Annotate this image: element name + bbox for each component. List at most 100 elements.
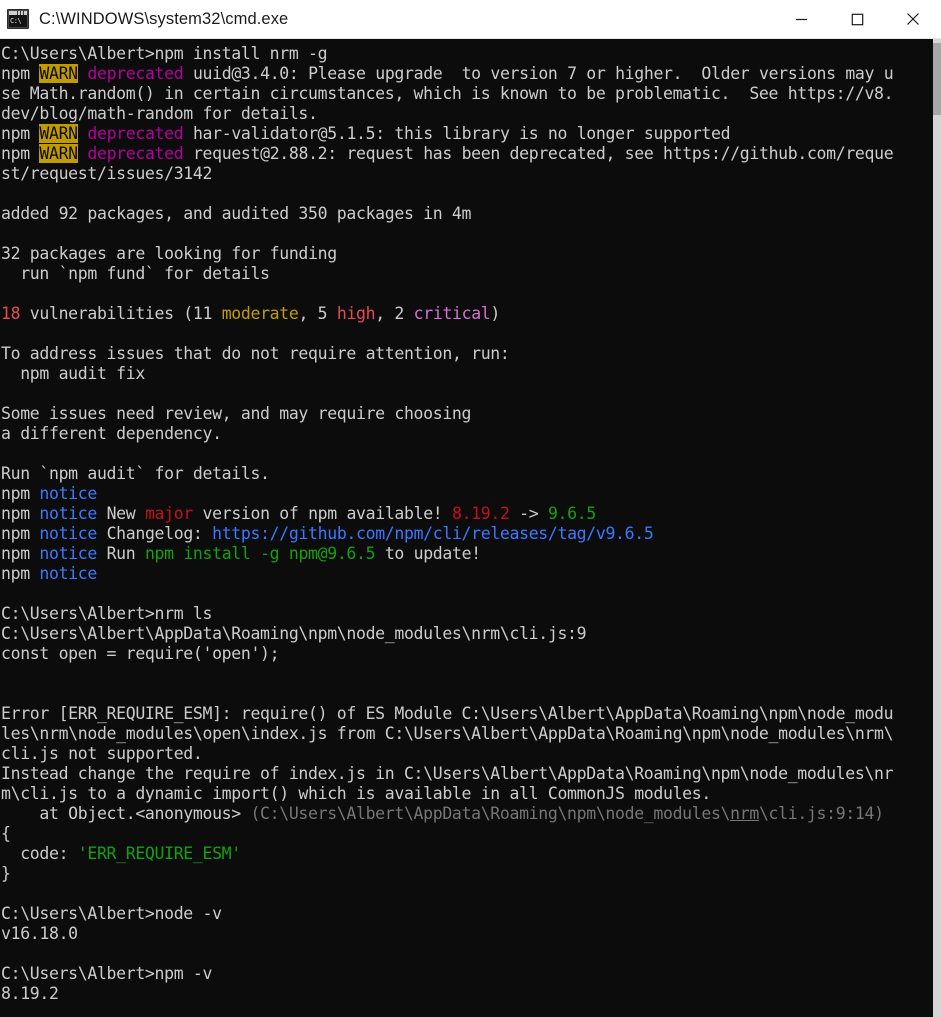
terminal-text-segment: run `npm fund` for details bbox=[1, 264, 270, 283]
terminal-text-segment: deprecated bbox=[87, 64, 184, 83]
terminal-line: To address issues that do not require at… bbox=[1, 344, 933, 364]
terminal-text-segment: major bbox=[144, 504, 193, 523]
terminal-text-segment: WARN bbox=[39, 64, 78, 83]
cmd-icon-text: C:\ bbox=[9, 15, 27, 27]
terminal-text-segment: npm bbox=[1, 564, 40, 583]
close-button[interactable] bbox=[885, 0, 941, 39]
terminal-line: C:\Users\Albert\AppData\Roaming\npm\node… bbox=[1, 624, 933, 644]
terminal-text-segment: npm bbox=[1, 144, 40, 163]
terminal-text-segment: C:\Users\Albert>node -v bbox=[1, 904, 222, 923]
terminal-text-segment: https://github.com/npm/cli/releases/tag/… bbox=[212, 524, 654, 543]
terminal-line: 32 packages are looking for funding bbox=[1, 244, 933, 264]
terminal-text-segment: npm audit fix bbox=[1, 364, 145, 383]
terminal-text-segment: WARN bbox=[39, 144, 78, 163]
terminal-text-segment: notice bbox=[39, 524, 97, 543]
terminal-text-segment: added 92 packages, and audited 350 packa… bbox=[1, 204, 472, 223]
terminal-text-segment: npm bbox=[1, 504, 40, 523]
terminal-text-segment: notice bbox=[39, 504, 97, 523]
terminal-line bbox=[1, 384, 933, 404]
terminal-line: cli.js not supported. bbox=[1, 744, 933, 764]
terminal-text-segment: notice bbox=[39, 564, 97, 583]
terminal-text-segment: npm bbox=[1, 544, 40, 563]
terminal-text-segment: npm bbox=[1, 524, 40, 543]
terminal-text-segment: m\cli.js to a dynamic import() which is … bbox=[1, 784, 711, 803]
terminal-line bbox=[1, 664, 933, 684]
terminal-line bbox=[1, 224, 933, 244]
terminal-line: added 92 packages, and audited 350 packa… bbox=[1, 204, 933, 224]
terminal-text-segment: C:\Users\Albert>npm -v bbox=[1, 964, 213, 983]
terminal-text-segment: cli.js not supported. bbox=[1, 744, 203, 763]
terminal-text-segment: request@2.88.2: request has been depreca… bbox=[183, 144, 894, 163]
terminal-text-segment: moderate bbox=[221, 304, 299, 323]
terminal-text-segment: uuid@3.4.0: Please upgrade to version 7 … bbox=[183, 64, 894, 83]
terminal-text-segment: 9.6.5 bbox=[547, 504, 596, 523]
terminal-line: npm WARN deprecated request@2.88.2: requ… bbox=[1, 144, 933, 164]
terminal-line: npm notice Changelog: https://github.com… bbox=[1, 524, 933, 544]
terminal-text-segment: 18 bbox=[1, 304, 21, 323]
terminal-line bbox=[1, 684, 933, 704]
cmd-window: C:\ C:\WINDOWS\system32\cmd.exe C:\Users… bbox=[0, 0, 941, 1017]
terminal-line: les\nrm\node_modules\open\index.js from … bbox=[1, 724, 933, 744]
terminal-text-segment: version of npm available! bbox=[192, 504, 452, 523]
terminal-text-segment: deprecated bbox=[87, 124, 184, 143]
terminal-text-segment: code: bbox=[1, 844, 78, 863]
window-controls bbox=[773, 0, 941, 39]
terminal-text-segment: const open = require('open'); bbox=[1, 644, 280, 663]
maximize-icon bbox=[851, 13, 863, 25]
terminal-text-segment: npm bbox=[1, 64, 40, 83]
cmd-icon: C:\ bbox=[7, 9, 29, 29]
minimize-button[interactable] bbox=[773, 0, 829, 39]
maximize-button[interactable] bbox=[829, 0, 885, 39]
terminal-text-segment: New bbox=[96, 504, 145, 523]
terminal-text-segment: at Object.<anonymous> bbox=[1, 804, 251, 823]
terminal-line: 8.19.2 bbox=[1, 984, 933, 1004]
terminal-line: 18 vulnerabilities (11 moderate, 5 high,… bbox=[1, 304, 933, 324]
terminal-output[interactable]: C:\Users\Albert>npm install nrm -g npm WA… bbox=[0, 39, 933, 1017]
vertical-scrollbar[interactable] bbox=[933, 39, 941, 1017]
terminal-text-segment: Some issues need review, and may require… bbox=[1, 404, 472, 423]
terminal-text-segment: (C:\Users\Albert\AppData\Roaming\npm\nod… bbox=[250, 804, 731, 823]
terminal-line: dev/blog/math-random for details. bbox=[1, 104, 933, 124]
terminal-text-segment: high bbox=[336, 304, 376, 323]
terminal-text-segment: notice bbox=[39, 484, 97, 503]
terminal-text-segment: 8.19.2 bbox=[1, 984, 59, 1003]
terminal-text-segment: vulnerabilities (11 bbox=[20, 304, 222, 323]
terminal-text-segment: To address issues that do not require at… bbox=[1, 344, 510, 363]
terminal-line: const open = require('open'); bbox=[1, 644, 933, 664]
terminal-line: code: 'ERR_REQUIRE_ESM' bbox=[1, 844, 933, 864]
terminal-line bbox=[1, 284, 933, 304]
terminal-text-segment: npm bbox=[1, 124, 40, 143]
terminal-line: C:\Users\Albert>npm install nrm -g bbox=[1, 44, 933, 64]
terminal-line: } bbox=[1, 864, 933, 884]
terminal-line: m\cli.js to a dynamic import() which is … bbox=[1, 784, 933, 804]
terminal-line: run `npm fund` for details bbox=[1, 264, 933, 284]
terminal-text-segment: deprecated bbox=[87, 144, 184, 163]
terminal-text-segment: \cli.js:9:14) bbox=[758, 804, 884, 823]
terminal-text-segment: st/request/issues/3142 bbox=[1, 164, 213, 183]
terminal-line: C:\Users\Albert>nrm ls bbox=[1, 604, 933, 624]
title-bar[interactable]: C:\ C:\WINDOWS\system32\cmd.exe bbox=[0, 0, 941, 39]
terminal-line: npm notice New major version of npm avai… bbox=[1, 504, 933, 524]
terminal-line: se Math.random() in certain circumstance… bbox=[1, 84, 933, 104]
terminal-text-segment: to update! bbox=[375, 544, 481, 563]
terminal-text-segment: Instead change the require of index.js i… bbox=[1, 764, 894, 783]
terminal-line: at Object.<anonymous> (C:\Users\Albert\A… bbox=[1, 804, 933, 824]
terminal-line bbox=[1, 944, 933, 964]
terminal-text-segment: dev/blog/math-random for details. bbox=[1, 104, 318, 123]
terminal-line bbox=[1, 444, 933, 464]
terminal-text-segment: , 2 bbox=[375, 304, 414, 323]
terminal-text-segment: se Math.random() in certain circumstance… bbox=[1, 84, 894, 103]
scrollbar-thumb[interactable] bbox=[933, 43, 941, 115]
terminal-text-segment: Error [ERR_REQUIRE_ESM]: require() of ES… bbox=[1, 704, 894, 723]
terminal-text-segment: les\nrm\node_modules\open\index.js from … bbox=[1, 724, 894, 743]
terminal-line: st/request/issues/3142 bbox=[1, 164, 933, 184]
